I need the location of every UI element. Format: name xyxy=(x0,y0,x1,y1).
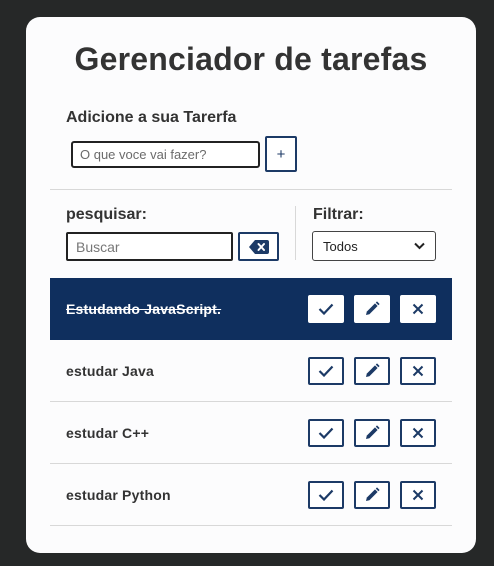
search-input[interactable] xyxy=(66,232,233,261)
search-heading: pesquisar: xyxy=(66,206,147,223)
toolbar-divider xyxy=(295,206,296,260)
todo-text: Estudando JavaScript. xyxy=(66,300,222,317)
filter-select[interactable]: Todos xyxy=(312,231,436,261)
finish-todo-button[interactable] xyxy=(308,294,344,323)
remove-todo-button[interactable] xyxy=(400,294,436,323)
edit-todo-button[interactable] xyxy=(354,418,390,447)
edit-todo-button[interactable] xyxy=(354,480,390,509)
todo-text: estudar Java xyxy=(66,362,155,379)
edit-todo-button[interactable] xyxy=(354,356,390,385)
todo-text: estudar C++ xyxy=(66,424,150,441)
check-icon xyxy=(318,489,334,501)
todo-text: estudar Python xyxy=(66,486,171,503)
close-icon xyxy=(412,427,424,439)
pencil-icon xyxy=(364,300,380,317)
remove-todo-button[interactable] xyxy=(400,480,436,509)
todo-list: Estudando JavaScript. estudar Java estud… xyxy=(50,278,452,526)
chevron-down-icon xyxy=(414,242,425,250)
clear-search-button[interactable] xyxy=(238,232,279,261)
plus-label: + xyxy=(276,145,286,163)
filter-heading: Filtrar: xyxy=(313,206,364,223)
remove-todo-button[interactable] xyxy=(400,356,436,385)
new-task-input[interactable] xyxy=(71,141,260,168)
remove-todo-button[interactable] xyxy=(400,418,436,447)
section-divider xyxy=(50,189,452,190)
pencil-icon xyxy=(364,362,380,379)
check-icon xyxy=(318,427,334,439)
add-task-button[interactable]: + xyxy=(265,136,297,172)
backspace-icon xyxy=(248,239,269,254)
edit-todo-button[interactable] xyxy=(354,294,390,323)
filter-selected-value: Todos xyxy=(323,238,358,254)
pencil-icon xyxy=(364,486,380,503)
todo-item: Estudando JavaScript. xyxy=(50,278,452,340)
close-icon xyxy=(412,489,424,501)
add-task-heading: Adicione a sua Tarerfa xyxy=(66,109,237,126)
close-icon xyxy=(412,365,424,377)
check-icon xyxy=(318,303,334,315)
check-icon xyxy=(318,365,334,377)
finish-todo-button[interactable] xyxy=(308,480,344,509)
close-icon xyxy=(412,303,424,315)
todo-item: estudar Python xyxy=(50,464,452,526)
todo-item: estudar Java xyxy=(50,340,452,402)
pencil-icon xyxy=(364,424,380,441)
page-title: Gerenciador de tarefas xyxy=(74,41,428,77)
todo-card: Gerenciador de tarefas Adicione a sua Ta… xyxy=(26,17,476,553)
todo-item: estudar C++ xyxy=(50,402,452,464)
finish-todo-button[interactable] xyxy=(308,418,344,447)
finish-todo-button[interactable] xyxy=(308,356,344,385)
